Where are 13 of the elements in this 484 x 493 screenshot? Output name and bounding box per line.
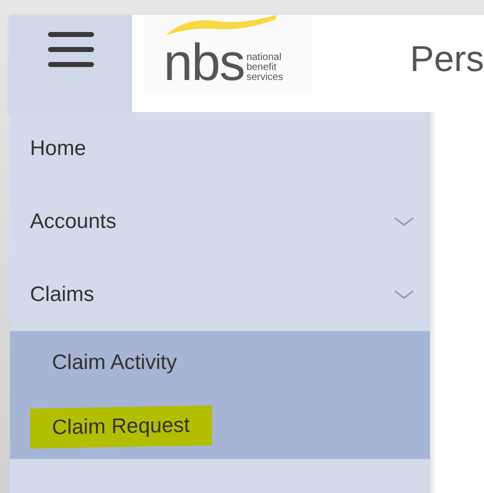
submenu-item-label: Claim Activity	[51, 350, 178, 376]
menu-icon	[48, 32, 94, 67]
nav-item[interactable]: Claims	[10, 258, 430, 331]
logo-mark: nbs	[164, 37, 244, 89]
page-title: Pers	[410, 37, 484, 81]
logo-tagline: national benefit services	[246, 53, 284, 85]
submenu-item[interactable]: Claim Activity	[10, 331, 430, 395]
submenu-item-label: Claim Request	[30, 406, 212, 448]
submenu-item[interactable]: Claim Request	[10, 395, 430, 459]
nav-item[interactable]: Home	[10, 112, 430, 185]
swoosh-icon	[166, 15, 276, 35]
menu-button[interactable]	[10, 15, 132, 112]
nav-item[interactable]: Accounts	[10, 185, 430, 258]
